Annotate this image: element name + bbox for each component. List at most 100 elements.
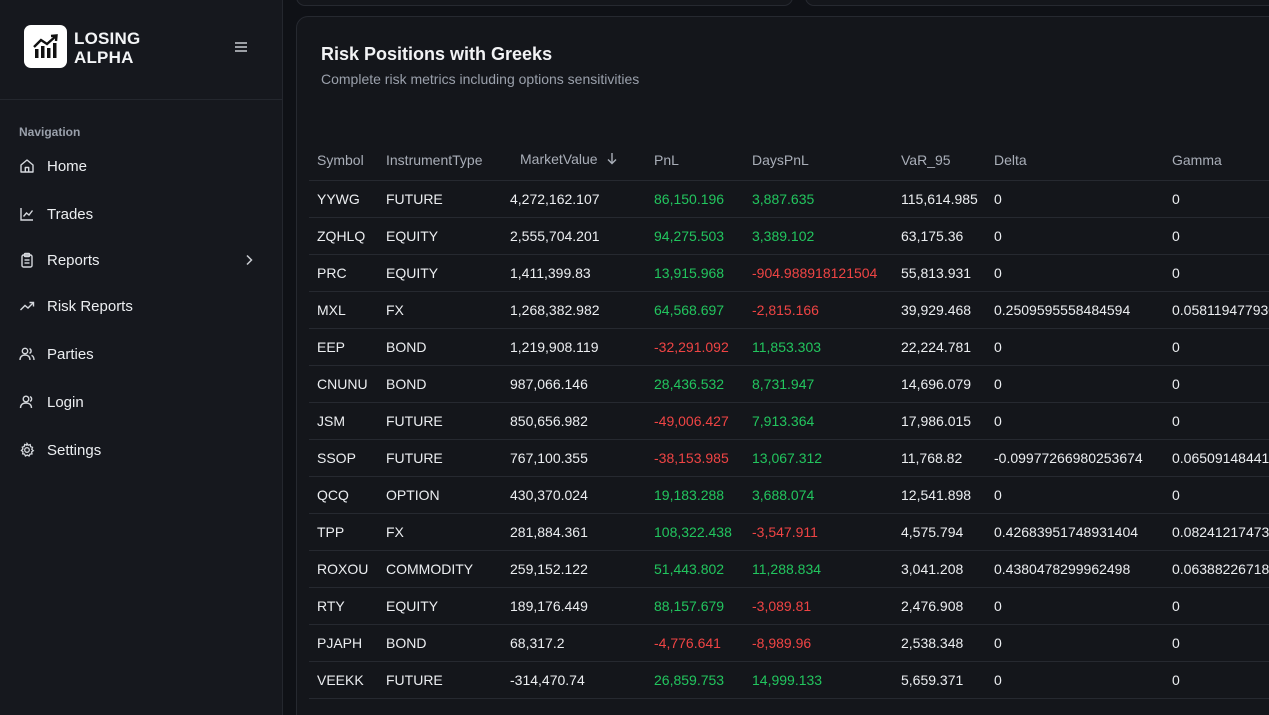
table-cell: 11,768.82 (893, 439, 986, 477)
nav-item-reports[interactable]: Reports (0, 240, 282, 280)
table-cell: 68,317.2 (502, 624, 646, 662)
table-cell: YYWG (309, 180, 378, 218)
table-cell: 86,150.196 (646, 180, 744, 218)
table-cell: 281,884.361 (502, 513, 646, 551)
table-cell: 987,066.146 (502, 365, 646, 403)
table-cell: 115,614.985 (893, 180, 986, 218)
table-cell: 13,067.312 (744, 439, 893, 477)
table-cell: 88,157.679 (646, 587, 744, 625)
table-cell: EQUITY (378, 587, 502, 625)
column-header-label: Delta (994, 151, 1027, 168)
nav-item-settings[interactable]: Settings (0, 430, 282, 470)
summary-card (296, 0, 793, 6)
table-row[interactable]: TPP FX 281,884.361 108,322.438 -3,547.911 4,5… (309, 513, 1269, 551)
table-cell: 3,887.635 (744, 180, 893, 218)
nav-item-label: Settings (47, 441, 102, 459)
column-header-symbol[interactable]: Symbol (309, 140, 378, 181)
sort-descending-icon[interactable] (606, 152, 618, 168)
table-row[interactable]: YYWG FUTURE 4,272,162.107 86,150.196 3,887.6… (309, 180, 1269, 218)
table-cell: 0 (1164, 217, 1269, 255)
table-cell: 11,853.303 (744, 328, 893, 366)
table-row[interactable]: ROXOU COMMODITY 259,152.122 51,443.802 11,28… (309, 550, 1269, 588)
table-row[interactable]: PJAPH BOND 68,317.2 -4,776.641 -8,989.96 2,53… (309, 624, 1269, 662)
table-cell: EQUITY (378, 217, 502, 255)
table-row[interactable]: ZQHLQ EQUITY 2,555,704.201 94,275.503 3,389.… (309, 217, 1269, 255)
table-cell: -0.09977266980253674 (986, 439, 1164, 477)
logo-icon[interactable] (24, 25, 67, 68)
table-row[interactable]: JSM FUTURE 850,656.982 -49,006.427 7,913.364… (309, 402, 1269, 440)
table-cell: ROXOU (309, 550, 378, 588)
nav-item-parties[interactable]: Parties (0, 334, 282, 374)
table-cell: 0.063882267180 (1164, 550, 1269, 588)
risk-positions-card: Risk Positions with Greeks Complete risk… (296, 16, 1269, 715)
table-row[interactable]: MXL FX 1,268,382.982 64,568.697 -2,815.166 39… (309, 291, 1269, 329)
nav-item-label: Trades (47, 205, 94, 223)
table-row[interactable]: RTY EQUITY 189,176.449 88,157.679 -3,089.81 2… (309, 587, 1269, 625)
column-header-days-pnl[interactable]: DaysPnL (744, 140, 893, 181)
nav-item-label: Home (47, 157, 88, 175)
user-icon (19, 394, 35, 410)
column-header-instrument-type[interactable]: InstrumentType (378, 140, 502, 181)
table-cell: 0 (986, 402, 1164, 440)
nav-item-trades[interactable]: Trades (0, 194, 282, 234)
table-cell: 767,100.355 (502, 439, 646, 477)
column-header-label: Gamma (1172, 151, 1222, 168)
nav-item-home[interactable]: Home (0, 146, 282, 186)
table-row[interactable]: QCQ OPTION 430,370.024 19,183.288 3,688.074 1… (309, 476, 1269, 514)
risk-positions-table: Symbol InstrumentType MarketValue PnL Da… (309, 140, 1269, 699)
table-cell: 26,859.753 (646, 661, 744, 699)
column-header-market-value[interactable]: MarketValue (502, 140, 646, 181)
table-cell: -3,089.81 (744, 587, 893, 625)
table-cell: OPTION (378, 476, 502, 514)
table-cell: -314,470.74 (502, 661, 646, 699)
table-cell: 2,555,704.201 (502, 217, 646, 255)
table-cell: 850,656.982 (502, 402, 646, 440)
table-cell: 94,275.503 (646, 217, 744, 255)
nav-item-login[interactable]: Login (0, 382, 282, 422)
table-cell: -4,776.641 (646, 624, 744, 662)
table-cell: 0 (1164, 402, 1269, 440)
table-row[interactable]: SSOP FUTURE 767,100.355 -38,153.985 13,067.3… (309, 439, 1269, 477)
column-header-label: DaysPnL (752, 151, 809, 168)
nav-item-risk-reports[interactable]: Risk Reports (0, 286, 282, 326)
table-cell: RTY (309, 587, 378, 625)
table-cell: -3,547.911 (744, 513, 893, 551)
table-cell: 0 (986, 661, 1164, 699)
card-title: Risk Positions with Greeks (321, 44, 553, 64)
table-row[interactable]: PRC EQUITY 1,411,399.83 13,915.968 -904.9889… (309, 254, 1269, 292)
chevron-right-icon[interactable] (243, 254, 255, 266)
table-cell: 189,176.449 (502, 587, 646, 625)
table-cell: -32,291.092 (646, 328, 744, 366)
table-cell: 430,370.024 (502, 476, 646, 514)
table-cell: 63,175.36 (893, 217, 986, 255)
column-header-var-95[interactable]: VaR_95 (893, 140, 986, 181)
column-header-delta[interactable]: Delta (986, 140, 1164, 181)
hamburger-menu-icon[interactable] (234, 40, 250, 54)
table-cell: 3,041.208 (893, 550, 986, 588)
table-cell: 0 (986, 624, 1164, 662)
column-header-gamma[interactable]: Gamma (1164, 140, 1269, 181)
table-row[interactable]: CNUNU BOND 987,066.146 28,436.532 8,731.947 1… (309, 365, 1269, 403)
table-cell: FUTURE (378, 439, 502, 477)
table-cell: 0 (1164, 328, 1269, 366)
column-header-label: Symbol (317, 151, 364, 168)
table-cell: 19,183.288 (646, 476, 744, 514)
table-cell: 0 (986, 476, 1164, 514)
table-cell: 0.4380478299962498 (986, 550, 1164, 588)
sidebar: LOSING ALPHA Navigation Home Trades Repo… (0, 0, 283, 715)
table-row[interactable]: VEEKK FUTURE -314,470.74 26,859.753 14,999.1… (309, 661, 1269, 699)
column-header-pnl[interactable]: PnL (646, 140, 744, 181)
table-cell: FUTURE (378, 402, 502, 440)
table-cell: 1,411,399.83 (502, 254, 646, 292)
column-header-label: PnL (654, 151, 679, 168)
table-cell: 0.058119477930 (1164, 291, 1269, 329)
table-cell: FX (378, 291, 502, 329)
table-cell: -38,153.985 (646, 439, 744, 477)
table-cell: 0 (1164, 180, 1269, 218)
table-row[interactable]: EEP BOND 1,219,908.119 -32,291.092 11,853.30… (309, 328, 1269, 366)
trending-up-icon (19, 298, 35, 314)
table-cell: SSOP (309, 439, 378, 477)
table-cell: EQUITY (378, 254, 502, 292)
clipboard-icon (19, 252, 35, 268)
table-cell: 0 (986, 365, 1164, 403)
